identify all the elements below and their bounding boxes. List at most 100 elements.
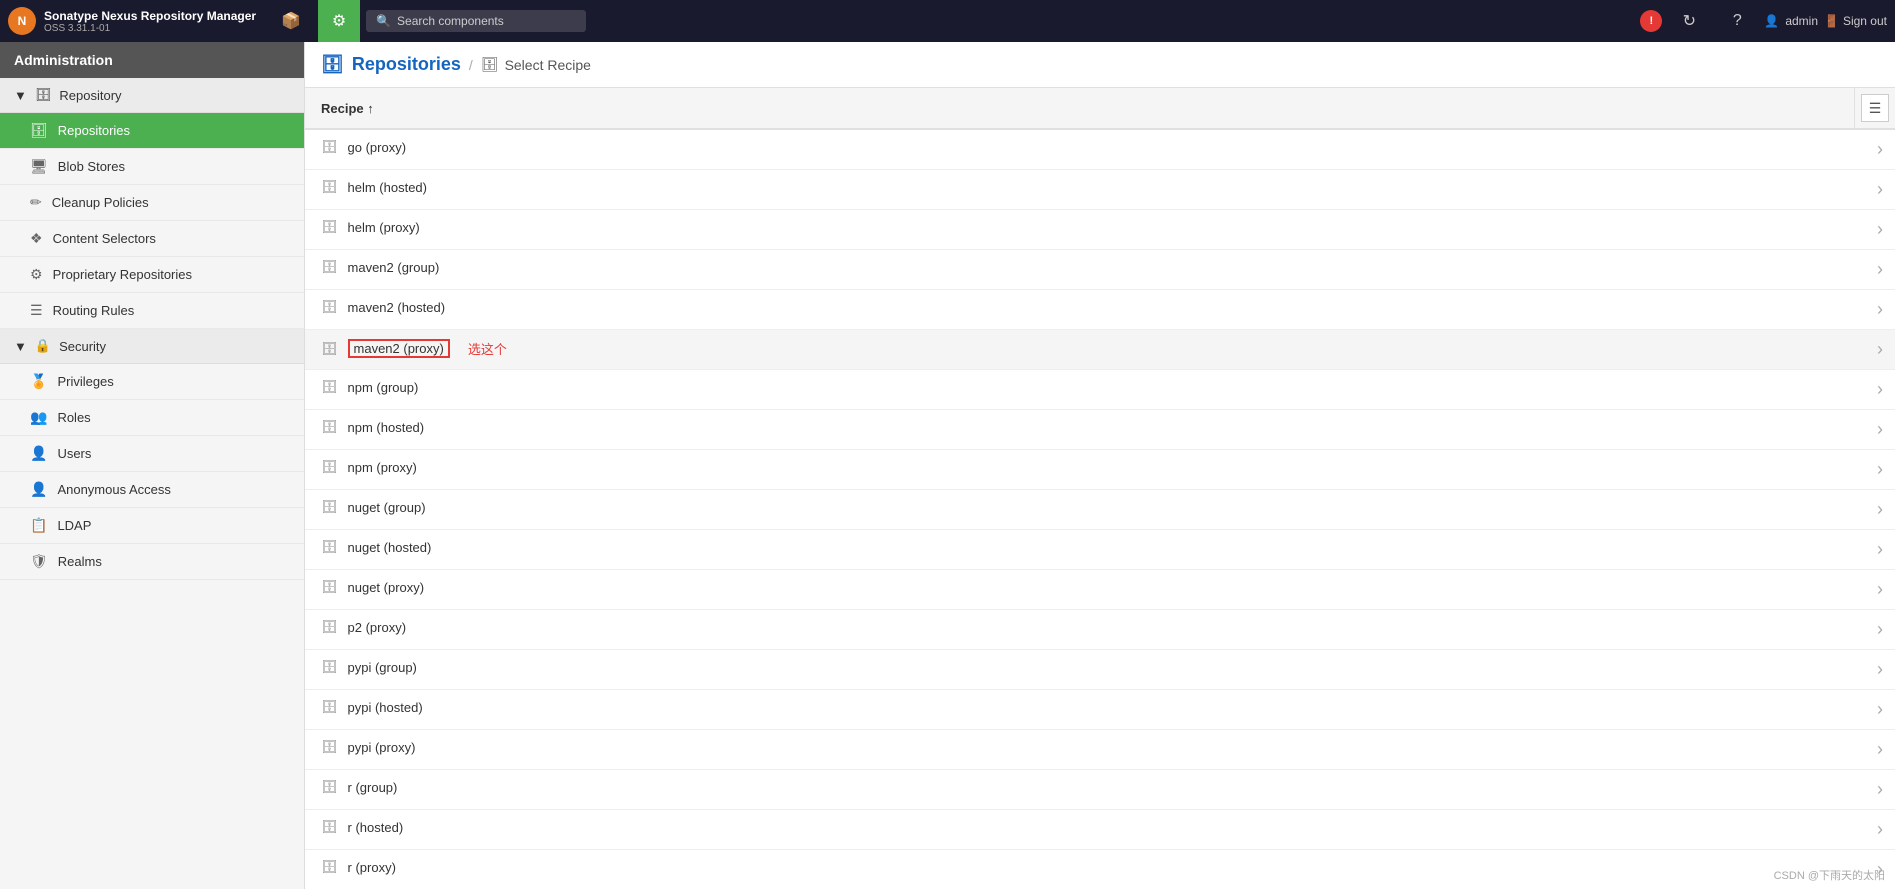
table-row[interactable]: 🗄pypi (proxy) › — [305, 730, 1895, 770]
recipe-cell: 🗄pypi (group) — [305, 650, 1855, 684]
sidebar-item-label: Blob Stores — [58, 159, 125, 174]
table-row[interactable]: 🗄maven2 (group)› — [305, 250, 1895, 290]
chevron-cell: › — [1855, 690, 1895, 730]
chevron-cell: › — [1855, 650, 1895, 690]
anonymous-icon: 👤 — [30, 481, 47, 498]
sidebar-section-repository[interactable]: ▼ 🗄 Repository — [0, 78, 304, 113]
db-icon: 🗄 — [321, 859, 338, 875]
sidebar-item-repositories[interactable]: 🗄 Repositories — [0, 113, 304, 149]
chevron-right-icon: › — [1877, 579, 1883, 599]
search-box[interactable]: 🔍 Search components — [366, 10, 586, 32]
table-row[interactable]: 🗄nuget (group)› — [305, 490, 1895, 530]
proprietary-icon: ⚙ — [30, 266, 43, 283]
brand-logo: N Sonatype Nexus Repository Manager OSS … — [8, 7, 256, 35]
recipe-name: r (proxy) — [348, 860, 396, 875]
sidebar-item-blob-stores[interactable]: 🖥 Blob Stores — [0, 149, 304, 185]
recipe-name: helm (hosted) — [348, 180, 427, 195]
sidebar-item-content-selectors[interactable]: ❖ Content Selectors — [0, 221, 304, 257]
table-row[interactable]: 🗄 r (group) › — [305, 770, 1895, 810]
chevron-cell: › — [1855, 530, 1895, 570]
recipe-name: r (group) — [348, 780, 398, 795]
recipe-cell: 🗄go (proxy) — [305, 130, 1855, 164]
refresh-icon: ↻ — [1683, 11, 1696, 31]
chevron-right-icon: › — [1877, 739, 1883, 759]
table-row[interactable]: 🗄r (hosted)› — [305, 810, 1895, 850]
table-row[interactable]: 🗄npm (group)› — [305, 370, 1895, 410]
sidebar-item-proprietary-repos[interactable]: ⚙ Proprietary Repositories — [0, 257, 304, 293]
recipe-cell: 🗄pypi (proxy) — [305, 730, 1855, 764]
recipe-cell: 🗄maven2 (proxy)选这个 — [305, 330, 1855, 367]
table-row[interactable]: 🗄npm (hosted)› — [305, 410, 1895, 450]
chevron-right-icon: › — [1877, 659, 1883, 679]
recipe-name: maven2 (group) — [348, 260, 440, 275]
recipe-cell: 🗄maven2 (hosted) — [305, 290, 1855, 324]
sidebar-item-routing-rules[interactable]: ☰ Routing Rules — [0, 293, 304, 329]
help-button[interactable]: ? — [1716, 0, 1758, 42]
refresh-button[interactable]: ↻ — [1668, 0, 1710, 42]
sidebar-item-privileges[interactable]: 🏅 Privileges — [0, 364, 304, 400]
sidebar-item-roles[interactable]: 👥 Roles — [0, 400, 304, 436]
table-row[interactable]: 🗄p2 (proxy)› — [305, 610, 1895, 650]
recipe-name: pypi (proxy) — [348, 740, 416, 755]
signout-button[interactable]: 🚪 Sign out — [1824, 14, 1887, 28]
recipe-name: nuget (hosted) — [348, 540, 432, 555]
table-row[interactable]: 🗄pypi (group) › — [305, 650, 1895, 690]
sidebar-item-cleanup-policies[interactable]: ✏ Cleanup Policies — [0, 185, 304, 221]
browse-button[interactable]: 📦 — [270, 0, 312, 42]
table-row[interactable]: 🗄npm (proxy)› — [305, 450, 1895, 490]
table-row[interactable]: 🗄pypi (hosted)› — [305, 690, 1895, 730]
recipe-name: maven2 (hosted) — [348, 300, 446, 315]
user-menu[interactable]: 👤 admin — [1764, 14, 1818, 28]
db-icon: 🗄 — [321, 341, 338, 357]
sidebar-item-users[interactable]: 👤 Users — [0, 436, 304, 472]
sidebar-item-realms[interactable]: 🛡 Realms — [0, 544, 304, 580]
section-label: Security — [59, 339, 106, 354]
routing-icon: ☰ — [30, 302, 43, 319]
chevron-right-icon: › — [1877, 419, 1883, 439]
box-icon: 📦 — [281, 11, 301, 31]
breadcrumb-separator: / — [469, 57, 473, 73]
filter-button[interactable]: ☰ — [1861, 94, 1889, 122]
table-row[interactable]: 🗄 r (proxy) › — [305, 850, 1895, 889]
sidebar-item-label: Content Selectors — [53, 231, 156, 246]
recipe-cell: 🗄npm (group) — [305, 370, 1855, 404]
sidebar: Administration ▼ 🗄 Repository 🗄 Reposito… — [0, 42, 305, 889]
chevron-right-icon: › — [1877, 619, 1883, 639]
admin-button[interactable]: ⚙ — [318, 0, 360, 42]
blob-stores-icon: 🖥 — [30, 158, 48, 175]
recipe-cell: 🗄r (hosted) — [305, 810, 1855, 844]
chevron-cell: › — [1855, 770, 1895, 810]
table-row[interactable]: 🗄nuget (proxy)› — [305, 570, 1895, 610]
chevron-cell: › — [1855, 850, 1895, 889]
chevron-down-icon: ▼ — [14, 88, 27, 103]
db-icon: 🗄 — [321, 779, 338, 795]
sidebar-item-ldap[interactable]: 📋 LDAP — [0, 508, 304, 544]
chevron-cell: › — [1855, 250, 1895, 290]
annotated-cell: maven2 (proxy) — [348, 339, 450, 358]
table-row[interactable]: 🗄nuget (hosted)› — [305, 530, 1895, 570]
table-row[interactable]: 🗄go (proxy) › — [305, 129, 1895, 170]
top-navigation: N Sonatype Nexus Repository Manager OSS … — [0, 0, 1895, 42]
sidebar-section-security[interactable]: ▼ 🔒 Security — [0, 329, 304, 364]
ldap-icon: 📋 — [30, 517, 47, 534]
sidebar-item-label: Proprietary Repositories — [53, 267, 192, 282]
col-recipe-header[interactable]: Recipe ↑ — [305, 88, 1855, 129]
realms-icon: 🛡 — [30, 553, 48, 570]
table-row[interactable]: 🗄helm (proxy)› — [305, 210, 1895, 250]
sidebar-item-label: Anonymous Access — [57, 482, 170, 497]
chevron-cell: › — [1855, 730, 1895, 770]
table-row[interactable]: 🗄helm (hosted)› — [305, 170, 1895, 210]
breadcrumb: 🗄 Repositories / 🗄 Select Recipe — [305, 42, 1895, 88]
user-icon: 👤 — [1764, 14, 1779, 28]
table-row[interactable]: 🗄maven2 (hosted)› — [305, 290, 1895, 330]
chevron-cell: › — [1855, 330, 1895, 370]
sidebar-item-anonymous-access[interactable]: 👤 Anonymous Access — [0, 472, 304, 508]
filter-column-header: ☰ — [1855, 88, 1895, 129]
chevron-right-icon: › — [1877, 539, 1883, 559]
signout-icon: 🚪 — [1824, 14, 1839, 28]
table-row[interactable]: 🗄maven2 (proxy)选这个› — [305, 330, 1895, 370]
chevron-right-icon: › — [1877, 139, 1883, 159]
chevron-cell: › — [1855, 370, 1895, 410]
alert-badge[interactable]: ! — [1640, 10, 1662, 32]
chevron-cell: › — [1855, 129, 1895, 170]
